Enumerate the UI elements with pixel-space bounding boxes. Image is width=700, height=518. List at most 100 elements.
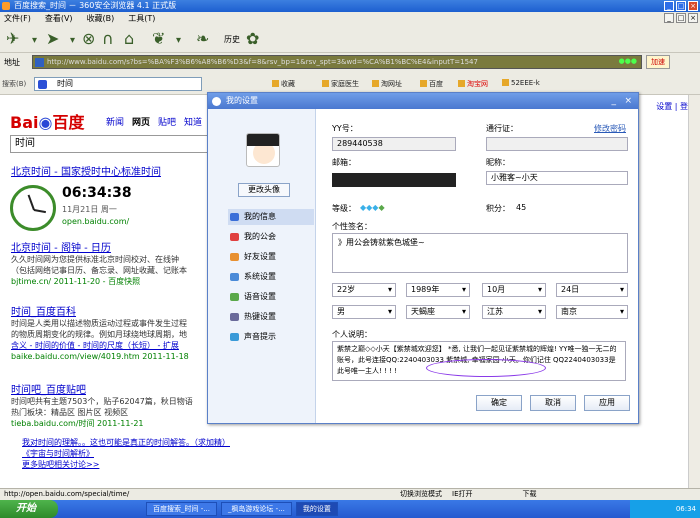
result-sublinks[interactable]: 含义 - 时间的价值 - 时间的尺度（长短） - 扩展 — [11, 340, 189, 351]
sidebar-item-label: 我的信息 — [244, 212, 276, 221]
browser-title: 百度搜索_时间 － 360安全浏览器 4.1 正式版 — [14, 1, 177, 10]
month-select[interactable]: 10月 — [482, 283, 546, 297]
start-button[interactable]: 开始 — [0, 500, 58, 518]
window-controls: _ □ × — [664, 1, 698, 11]
sidebar-item-2[interactable]: 好友设置 — [228, 249, 314, 265]
signature-input[interactable]: 》用公会铸就紫色城堡~ — [332, 233, 628, 273]
sidebar-item-5[interactable]: 热键设置 — [228, 309, 314, 325]
page-restore-icon[interactable]: □ — [676, 13, 686, 23]
fav-52eee[interactable]: 52EEE-k — [502, 79, 540, 87]
result-line: 时间是人类用以描述物质运动过程或事件发生过程 — [11, 319, 187, 328]
home-icon[interactable]: ⌂ — [124, 29, 134, 48]
nav-zhidao[interactable]: 知道 — [184, 115, 202, 128]
stop-icon[interactable]: ⊗ — [82, 29, 95, 48]
ok-button[interactable]: 确定 — [476, 395, 522, 411]
zodiac-select[interactable]: 天蝎座 — [406, 305, 470, 319]
refresh-icon[interactable]: ∩ — [102, 29, 114, 48]
close-icon[interactable]: × — [688, 1, 698, 11]
baidu-logo[interactable]: Bai◉百度 — [10, 109, 84, 133]
annotation-circle — [426, 359, 546, 377]
download-button[interactable]: 下载 — [523, 489, 537, 500]
url-text: http://www.baidu.com/s?bs=%BA%F3%B6%A8%B… — [47, 58, 478, 66]
task-settings[interactable]: 我的设置 — [295, 502, 338, 516]
fav-jiatingyisheng[interactable]: 家庭医生 — [322, 79, 359, 89]
result-line: 久久时间网为您提供标准北京时间校对、在线钟 — [11, 255, 179, 264]
thread-link[interactable]: 我对时间的理解。。这也可能是真正的时间解答。（求加精） — [22, 437, 230, 448]
dialog-close-icon[interactable]: × — [624, 93, 632, 109]
back-icon[interactable]: ✈ — [6, 29, 19, 48]
page-close-icon[interactable]: × — [688, 13, 698, 23]
nav-tieba[interactable]: 贴吧 — [158, 115, 176, 128]
forward-icon[interactable]: ➤ — [46, 29, 59, 48]
favorites-dropdown-icon[interactable]: ▾ — [176, 35, 181, 46]
sidebar-item-label: 系统设置 — [244, 272, 276, 281]
apply-button[interactable]: 应用 — [584, 395, 630, 411]
email-field[interactable] — [332, 173, 456, 187]
url-input[interactable]: http://www.baidu.com/s?bs=%BA%F3%B6%A8%B… — [32, 55, 642, 69]
menu-tools[interactable]: 工具(T) — [128, 13, 155, 24]
result-title[interactable]: 北京时间 - 阁钟 - 日历 — [11, 243, 187, 254]
year-select[interactable]: 1989年 — [406, 283, 470, 297]
sidebar-item-1[interactable]: 我的公会 — [228, 229, 314, 245]
menu-file[interactable]: 文件(F) — [4, 13, 31, 24]
nickname-input[interactable]: 小雅客~小天 — [486, 171, 628, 185]
thread-link[interactable]: 《宇宙与时间解析》 — [22, 448, 230, 459]
history-label[interactable]: 历史 — [224, 34, 240, 45]
more-tieba-link[interactable]: 更多贴吧相关讨论>> — [22, 459, 230, 470]
dialog-minimize-icon[interactable]: _ — [612, 93, 617, 109]
result-url[interactable]: bjtime.cn/ 2011-11-20 - 百度快照 — [11, 276, 187, 287]
fav-shoucang[interactable]: 收藏 — [272, 79, 295, 89]
switch-mode-button[interactable]: 切换浏览模式 — [400, 489, 442, 500]
status-actions: 切换浏览模式 IE打开 下载 — [400, 489, 537, 500]
change-password-link[interactable]: 修改密码 — [594, 123, 626, 134]
keyboard-icon — [230, 313, 239, 321]
minimize-icon[interactable]: _ — [664, 1, 674, 11]
page-icon — [458, 80, 465, 87]
forward-dropdown-icon[interactable]: ▾ — [70, 35, 75, 46]
sidebar-item-6[interactable]: 声音提示 — [228, 329, 314, 345]
province-select[interactable]: 江苏 — [482, 305, 546, 319]
current-time: 06:34:38 — [62, 185, 132, 201]
change-avatar-button[interactable]: 更改头像 — [238, 183, 290, 197]
dialog-title-bar[interactable]: 我的设置 _ × — [208, 93, 638, 109]
menu-favorites[interactable]: 收藏(B) — [87, 13, 115, 24]
favorites-icon[interactable]: ❦ — [152, 29, 165, 48]
result-title[interactable]: 时间吧_百度贴吧 — [11, 385, 193, 396]
search-input[interactable]: 时间 — [34, 77, 202, 91]
status-bar: http://open.baidu.com/special/time/ 切换浏览… — [0, 488, 700, 500]
page-scrollbar[interactable] — [688, 95, 700, 488]
guild-flag-icon — [230, 233, 239, 241]
fav-taowangzhi[interactable]: 淘网址 — [372, 79, 402, 89]
day-select[interactable]: 24日 — [556, 283, 628, 297]
task-forum[interactable]: _枫岛游戏论坛 -... — [220, 502, 292, 516]
maximize-icon[interactable]: □ — [676, 1, 686, 11]
result-url[interactable]: baike.baidu.com/view/4019.htm 2011-11-18 — [11, 351, 189, 362]
accelerate-button[interactable]: 加速 — [646, 55, 670, 69]
back-dropdown-icon[interactable]: ▾ — [32, 35, 37, 46]
sidebar-item-4[interactable]: 语音设置 — [228, 289, 314, 305]
sidebar-item-3[interactable]: 系统设置 — [228, 269, 314, 285]
sidebar-item-label: 我的公会 — [244, 232, 276, 241]
paw-logo-icon: ◉ — [38, 113, 53, 132]
result-title[interactable]: 时间_百度百科 — [11, 307, 189, 318]
menu-view[interactable]: 查看(V) — [45, 13, 73, 24]
page-minimize-icon[interactable]: _ — [664, 13, 674, 23]
fav-taobao[interactable]: 淘宝网 — [458, 79, 488, 89]
baidu-query-input[interactable]: 时间 — [10, 135, 210, 153]
result-url[interactable]: tieba.baidu.com/时间 2011-11-21 — [11, 418, 193, 429]
age-select[interactable]: 22岁 — [332, 283, 396, 297]
result-title[interactable]: 北京时间 - 国家授时中心标准时间 — [11, 167, 161, 178]
tray-clock[interactable]: 06:34 — [676, 505, 696, 513]
nav-news[interactable]: 新闻 — [106, 115, 124, 128]
paw-icon[interactable]: ✿ — [246, 29, 259, 48]
folder-icon — [322, 80, 329, 87]
task-baidu[interactable]: 百度搜索_时间 -... — [146, 502, 217, 516]
nav-web[interactable]: 网页 — [132, 115, 150, 128]
fav-baidu[interactable]: 百度 — [420, 79, 443, 89]
sidebar-item-0[interactable]: 我的信息 — [228, 209, 314, 225]
history-icon[interactable]: ❧ — [196, 29, 209, 48]
cancel-button[interactable]: 取消 — [530, 395, 576, 411]
ie-open-button[interactable]: IE打开 — [452, 489, 473, 500]
city-select[interactable]: 南京 — [556, 305, 628, 319]
gender-select[interactable]: 男 — [332, 305, 396, 319]
